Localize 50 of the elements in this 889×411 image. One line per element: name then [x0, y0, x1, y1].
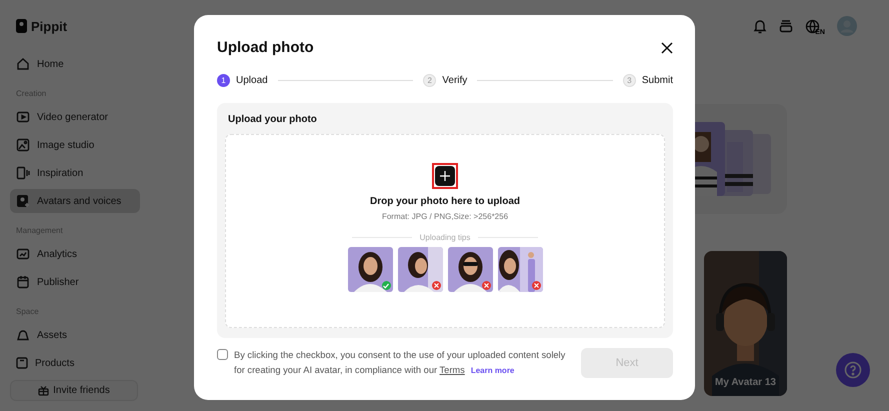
gift-icon — [38, 385, 50, 396]
help-icon — [844, 361, 862, 379]
format-hint: Format: JPG / PNG,Size: >256*256 — [382, 212, 508, 221]
consent-text: By clicking the checkbox, you consent to the use of your uploaded content solely for creating your AI avatar, in compliance with our Terms Learn more — [234, 349, 566, 377]
help-button[interactable] — [836, 353, 870, 387]
tips-heading: Uploading tips — [420, 233, 470, 242]
nav-item[interactable]: Publisher — [10, 270, 140, 294]
cross-icon — [534, 283, 538, 288]
nav-item[interactable]: Video generator — [10, 105, 140, 129]
nav-item[interactable]: Avatars and voices — [10, 189, 140, 213]
step-label: Submit — [642, 75, 673, 86]
image-icon — [16, 138, 30, 152]
bell-icon[interactable] — [753, 18, 768, 34]
nav-item[interactable]: Assets — [10, 323, 140, 347]
calendar-icon — [16, 275, 30, 289]
consent-checkbox[interactable] — [217, 349, 228, 360]
nav-item[interactable]: Products — [10, 351, 140, 375]
logo-icon — [16, 19, 27, 33]
step-label: Upload — [236, 75, 268, 86]
close-button[interactable] — [661, 42, 673, 54]
learn-more-link[interactable]: Learn more — [470, 366, 514, 375]
close-icon — [661, 42, 673, 54]
terms-link[interactable]: Terms — [440, 365, 465, 375]
step-number: 2 — [423, 74, 436, 87]
nav-item[interactable]: Inspiration — [10, 161, 140, 185]
step-label: Verify — [442, 75, 468, 86]
dialog-title: Upload photo — [217, 39, 314, 56]
drop-zone[interactable]: Drop your photo here to upload Format: JPG / PNG,Size: >256*256 Uploading tips — [225, 134, 665, 328]
nav-item[interactable]: Analytics — [10, 242, 140, 266]
avatar-icon — [16, 194, 30, 208]
avatar-name: My Avatar 13 — [714, 377, 777, 388]
invite-friends-button[interactable]: Invite friends — [10, 380, 138, 401]
home-icon — [16, 57, 30, 71]
nav-item[interactable]: Image studio — [10, 133, 140, 157]
chart-icon — [16, 247, 30, 261]
panel-icon — [16, 166, 30, 180]
step-number: 3 — [622, 74, 636, 87]
cross-icon — [484, 283, 488, 288]
box-icon — [16, 357, 28, 369]
add-photo-button[interactable] — [432, 163, 458, 189]
video-icon — [16, 110, 30, 124]
app-logo-text: Pippit — [31, 18, 68, 34]
cross-icon — [434, 283, 438, 288]
stack-icon[interactable] — [779, 19, 794, 33]
plus-icon — [440, 171, 450, 181]
nav-item[interactable]: Home — [10, 52, 140, 76]
avatar-card[interactable]: My Avatar 13 — [704, 251, 787, 396]
drop-instruction: Drop your photo here to upload — [370, 196, 520, 207]
step-number: 1 — [217, 74, 230, 87]
panel-title: Upload your photo — [228, 114, 318, 125]
